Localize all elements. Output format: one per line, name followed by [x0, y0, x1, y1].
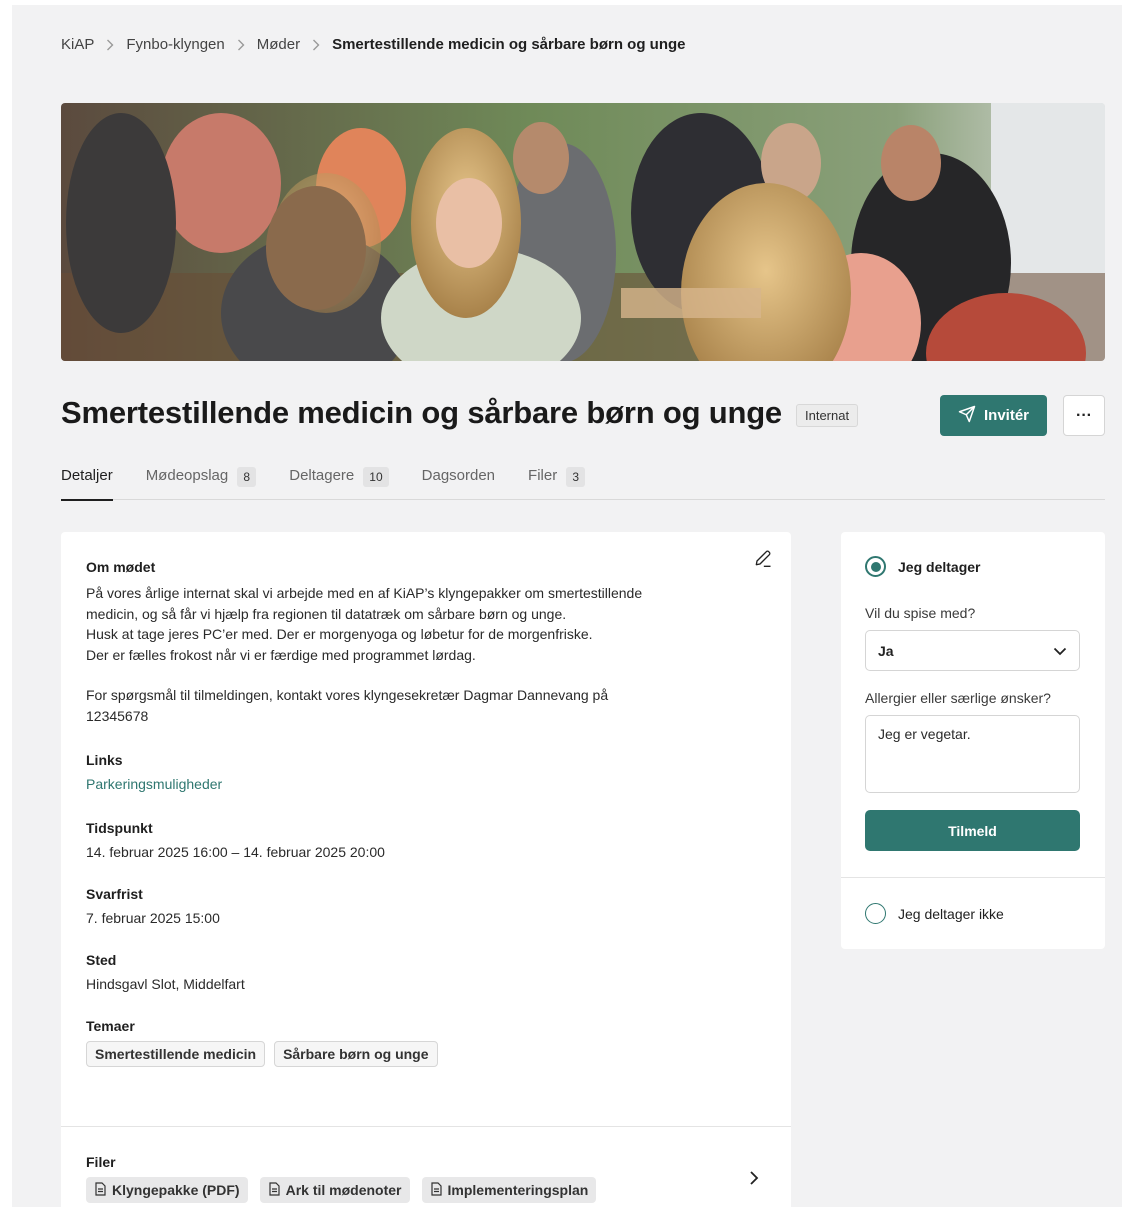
invite-button[interactable]: Invitér: [940, 395, 1047, 436]
file-chip[interactable]: Klyngepakke (PDF): [86, 1177, 248, 1203]
themes-title: Temaer: [86, 1018, 135, 1034]
chevron-right-icon[interactable]: [749, 1170, 759, 1191]
tab-detaljer[interactable]: Detaljer: [61, 465, 113, 501]
about-title: Om mødet: [86, 559, 156, 575]
chevron-down-icon: [1053, 643, 1067, 659]
link-parkeringsmuligheder[interactable]: Parkeringsmuligheder: [86, 776, 222, 792]
tab-count-badge: 10: [363, 467, 389, 487]
status-badge: Internat: [796, 404, 859, 427]
deadline-value: 7. februar 2025 15:00: [86, 910, 220, 926]
chevron-right-icon: [312, 39, 320, 51]
breadcrumb-item-kiap[interactable]: KiAP: [61, 36, 94, 53]
about-paragraph-2: For spørgsmål til tilmeldingen, kontakt …: [86, 685, 726, 726]
more-options-button[interactable]: ···: [1063, 395, 1105, 436]
radio-checked-icon: [865, 556, 886, 577]
file-chips: Klyngepakke (PDF) Ark til mødenoter Impl…: [86, 1177, 597, 1203]
files-section[interactable]: Filer Klyngepakke (PDF) Ark til mødenote…: [61, 1126, 791, 1203]
submit-button[interactable]: Tilmeld: [865, 810, 1080, 851]
files-content: Filer Klyngepakke (PDF) Ark til mødenote…: [86, 1154, 597, 1203]
document-icon: [430, 1181, 443, 1199]
breadcrumb-item-moeder[interactable]: Møder: [257, 36, 300, 53]
theme-chip[interactable]: Sårbare børn og unge: [274, 1041, 438, 1067]
place-title: Sted: [86, 952, 117, 968]
about-paragraph-1: På vores årlige internat skal vi arbejde…: [86, 583, 726, 665]
text-line: På vores årlige internat skal vi arbejde…: [86, 585, 643, 601]
radio-attending-label: Jeg deltager: [898, 558, 981, 575]
deadline-title: Svarfrist: [86, 886, 143, 902]
tab-count-badge: 8: [237, 467, 257, 487]
time-value: 14. februar 2025 16:00 – 14. februar 202…: [86, 844, 385, 860]
chevron-right-icon: [106, 39, 114, 51]
tab-count-badge: 3: [566, 467, 586, 487]
tab-dagsorden[interactable]: Dagsorden: [422, 465, 495, 500]
breadcrumb: KiAP Fynbo-klyngen Møder Smertestillende…: [61, 36, 686, 53]
title-row: Smertestillende medicin og sårbare børn …: [61, 395, 1105, 439]
page: KiAP Fynbo-klyngen Møder Smertestillende…: [12, 5, 1122, 1207]
meeting-photo: [61, 103, 1105, 361]
tab-filer[interactable]: Filer 3: [528, 465, 586, 500]
tab-label: Dagsorden: [421, 467, 496, 484]
links-title: Links: [86, 752, 123, 768]
eat-label: Vil du spise med?: [865, 605, 976, 621]
divider: [841, 877, 1105, 878]
tab-label: Mødeopslag: [145, 467, 229, 484]
file-chip-label: Ark til mødenoter: [285, 1182, 402, 1198]
document-icon: [268, 1181, 281, 1199]
file-chip-label: Implementeringsplan: [447, 1182, 589, 1198]
radio-not-attending[interactable]: Jeg deltager ikke: [865, 903, 1004, 924]
files-title: Filer: [86, 1154, 116, 1170]
file-chip[interactable]: Implementeringsplan: [421, 1177, 597, 1203]
details-content: Om mødet På vores årlige internat skal v…: [86, 559, 726, 1067]
details-card: Om mødet På vores årlige internat skal v…: [61, 532, 791, 1207]
text-line: 12345678: [86, 707, 149, 724]
text-line: For spørgsmål til tilmeldingen, kontakt …: [86, 687, 609, 703]
tab-deltagere[interactable]: Deltagere 10: [289, 465, 389, 500]
tab-label: Filer: [528, 467, 558, 484]
allergy-label: Allergier eller særlige ønsker?: [865, 690, 1051, 706]
tab-label: Deltagere: [289, 467, 355, 484]
send-icon: [958, 405, 976, 427]
allergy-textarea[interactable]: Jeg er vegetar.: [865, 715, 1080, 793]
document-icon: [94, 1181, 107, 1199]
breadcrumb-current: Smertestillende medicin og sårbare børn …: [332, 36, 686, 53]
radio-not-attending-label: Jeg deltager ikke: [898, 905, 1004, 922]
file-chip-label: Klyngepakke (PDF): [112, 1182, 240, 1198]
invite-button-label: Invitér: [983, 407, 1029, 424]
hero-image: [61, 103, 1105, 361]
text-line: Der er fælles frokost når vi er færdige …: [86, 646, 476, 663]
theme-chip[interactable]: Smertestillende medicin: [86, 1041, 266, 1067]
radio-unchecked-icon: [865, 903, 886, 924]
file-chip[interactable]: Ark til mødenoter: [259, 1177, 410, 1203]
page-title: Smertestillende medicin og sårbare børn …: [61, 395, 782, 430]
tab-moedeopslag[interactable]: Mødeopslag 8: [146, 465, 257, 500]
eat-select[interactable]: Ja: [865, 630, 1080, 671]
theme-chips: Smertestillende medicin Sårbare børn og …: [86, 1041, 726, 1067]
text-line: medicin, og så får vi hjælp fra regionen…: [86, 605, 567, 622]
tab-bar: Detaljer Mødeopslag 8 Deltagere 10 Dagso…: [61, 465, 1105, 501]
edit-pencil-icon[interactable]: [753, 548, 773, 573]
eat-select-value: Ja: [878, 642, 894, 659]
tab-label: Detaljer: [61, 467, 113, 484]
time-title: Tidspunkt: [86, 820, 153, 836]
rsvp-card: Jeg deltager Vil du spise med? Ja Allerg…: [841, 532, 1105, 949]
text-line: Husk at tage jeres PC’er med. Der er mor…: [86, 626, 593, 642]
chevron-right-icon: [237, 39, 245, 51]
place-value: Hindsgavl Slot, Middelfart: [86, 976, 245, 992]
breadcrumb-item-fynbo-klyngen[interactable]: Fynbo-klyngen: [126, 36, 224, 53]
radio-attending[interactable]: Jeg deltager: [865, 556, 980, 577]
